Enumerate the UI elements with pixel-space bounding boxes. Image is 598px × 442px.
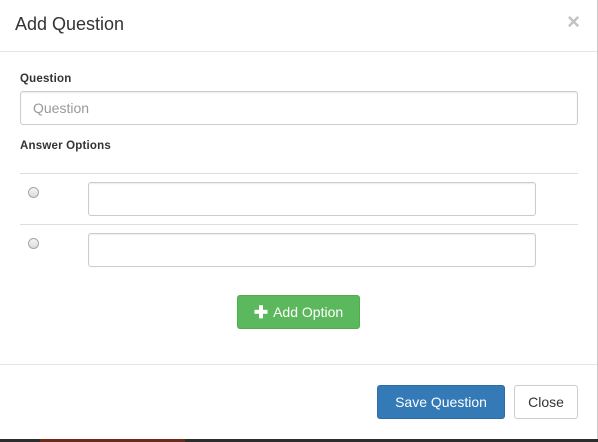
answer-option-input[interactable] xyxy=(88,182,536,216)
modal-header: Add Question × xyxy=(0,0,597,52)
answer-option-row xyxy=(20,173,578,224)
answer-options-label: Answer Options xyxy=(20,140,111,152)
question-label: Question xyxy=(20,73,72,85)
save-question-button[interactable]: Save Question xyxy=(377,385,505,419)
add-option-label: Add Option xyxy=(273,304,344,320)
question-input[interactable] xyxy=(20,91,578,125)
answer-option-input[interactable] xyxy=(88,233,536,267)
add-question-modal: Add Question × Question Answer Options ✚… xyxy=(0,0,598,442)
answer-option-radio[interactable] xyxy=(28,187,39,198)
close-icon[interactable]: × xyxy=(567,10,580,34)
modal-title: Add Question xyxy=(15,14,125,34)
close-button[interactable]: Close xyxy=(514,385,578,419)
add-option-button[interactable]: ✚ Add Option xyxy=(237,295,360,329)
plus-icon: ✚ xyxy=(253,302,269,322)
answer-options-list xyxy=(20,173,578,275)
answer-option-radio[interactable] xyxy=(28,238,39,249)
modal-footer: Save Question Close xyxy=(0,364,597,439)
answer-option-row xyxy=(20,224,578,275)
